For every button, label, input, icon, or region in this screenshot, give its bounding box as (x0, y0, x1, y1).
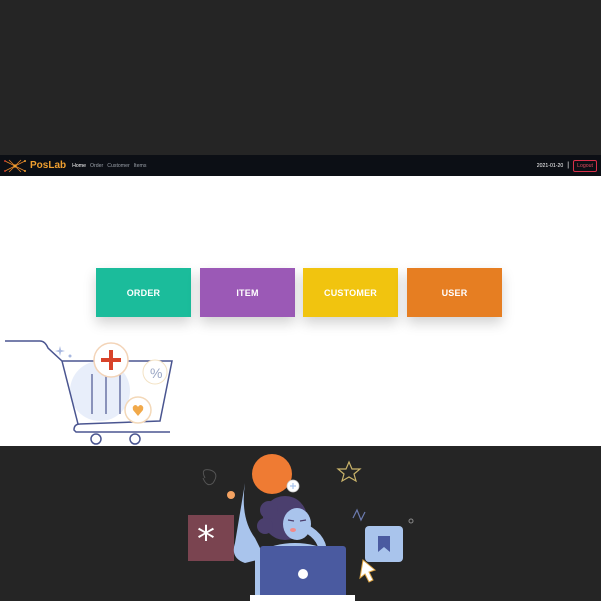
brand[interactable]: PosLab (3, 158, 66, 174)
logout-button[interactable]: Logout (573, 159, 597, 172)
svg-text:*: * (197, 519, 215, 560)
dashboard-content: ORDER ITEM CUSTOMER USER % (0, 176, 601, 446)
nav-links: Home Order Customer Items (72, 163, 150, 169)
nav-right: 2021-01-20 | Logout (537, 155, 597, 176)
separator: | (567, 162, 570, 169)
nav-order[interactable]: Order (90, 163, 103, 169)
nav-customer[interactable]: Customer (107, 163, 130, 169)
person-laptop-illustration: * (188, 454, 414, 601)
navbar: PosLab Home Order Customer Items 2021-01… (0, 155, 601, 176)
shopping-cart-illustration: % (5, 340, 173, 445)
order-tile[interactable]: ORDER (96, 268, 191, 317)
nav-items[interactable]: Items (134, 163, 147, 169)
logo-icon (4, 159, 26, 172)
svg-text:%: % (150, 365, 162, 381)
brand-name: PosLab (30, 160, 67, 171)
date-display: 2021-01-20 (536, 162, 564, 169)
item-tile[interactable]: ITEM (200, 268, 295, 317)
customer-tile[interactable]: CUSTOMER (303, 268, 398, 317)
nav-home[interactable]: Home (72, 163, 86, 169)
user-tile[interactable]: USER (407, 268, 502, 317)
